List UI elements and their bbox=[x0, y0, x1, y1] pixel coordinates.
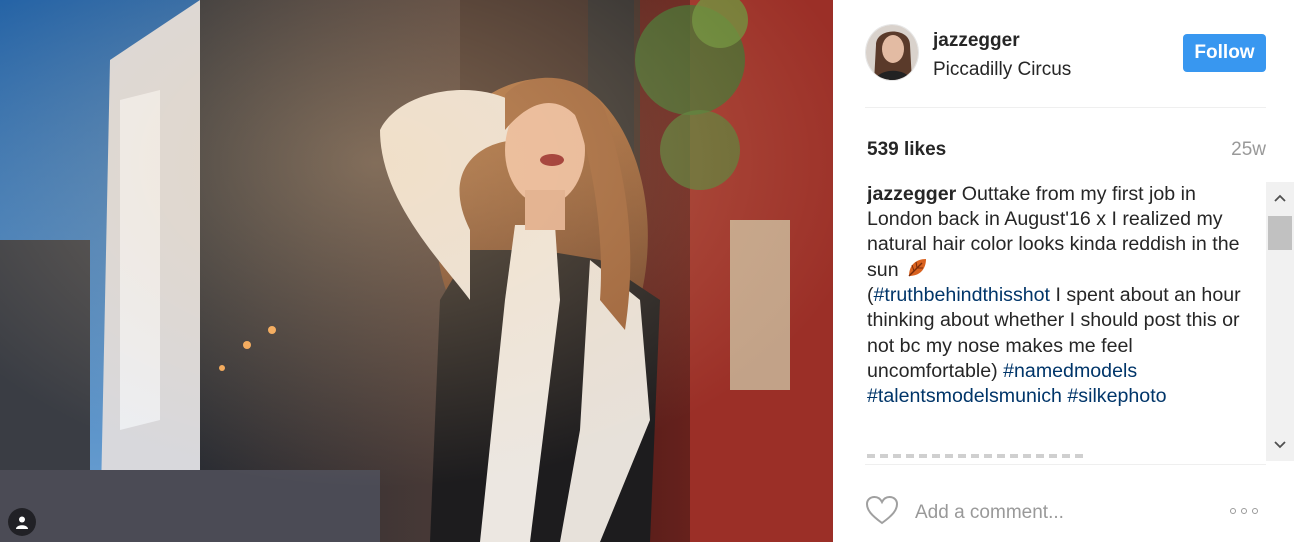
scroll-down-button[interactable] bbox=[1266, 433, 1294, 457]
post-location[interactable]: Piccadilly Circus bbox=[933, 59, 1071, 81]
hashtag-link[interactable]: #silkephoto bbox=[1067, 385, 1166, 407]
hashtag-link[interactable]: #truthbehindthisshot bbox=[874, 284, 1050, 306]
post-time[interactable]: 25w bbox=[1231, 139, 1266, 161]
avatar-image bbox=[866, 25, 918, 80]
comment-bar bbox=[865, 464, 1266, 542]
post-photo[interactable] bbox=[0, 0, 833, 542]
scrollbar-thumb[interactable] bbox=[1268, 216, 1292, 250]
caption-username[interactable]: jazzegger bbox=[867, 183, 956, 205]
more-options-button[interactable] bbox=[1230, 503, 1266, 519]
user-tag-icon bbox=[16, 516, 28, 529]
post-username[interactable]: jazzegger bbox=[933, 30, 1020, 52]
avatar[interactable] bbox=[865, 24, 919, 81]
next-comment-preview bbox=[867, 454, 1087, 458]
follow-button[interactable]: Follow bbox=[1183, 34, 1266, 72]
hashtag-link[interactable]: #talentsmodelsmunich bbox=[867, 385, 1062, 407]
more-options-icon bbox=[1230, 508, 1236, 514]
caption: jazzegger Outtake from my first job in L… bbox=[867, 182, 1266, 409]
user-tag-button[interactable] bbox=[8, 508, 36, 536]
heart-outline-icon bbox=[865, 495, 899, 525]
post-side-panel: jazzegger Piccadilly Circus Follow 539 l… bbox=[833, 0, 1294, 542]
scroll-up-button[interactable] bbox=[1266, 186, 1294, 210]
more-options-icon bbox=[1241, 508, 1247, 514]
chevron-down-icon bbox=[1274, 441, 1286, 449]
more-options-icon bbox=[1252, 508, 1258, 514]
post-header: jazzegger Piccadilly Circus Follow bbox=[865, 24, 1266, 108]
likes-count[interactable]: 539 likes bbox=[867, 139, 946, 161]
fallen-leaf-icon bbox=[908, 259, 927, 277]
add-comment-input[interactable] bbox=[915, 498, 1235, 528]
hashtag-link[interactable]: #namedmodels bbox=[1003, 360, 1137, 382]
comments-scroll-area[interactable]: jazzegger Outtake from my first job in L… bbox=[867, 182, 1266, 461]
photo-illustration bbox=[0, 0, 833, 542]
comments-scrollbar[interactable] bbox=[1266, 182, 1294, 461]
like-button[interactable] bbox=[865, 495, 899, 530]
chevron-up-icon bbox=[1274, 194, 1286, 202]
